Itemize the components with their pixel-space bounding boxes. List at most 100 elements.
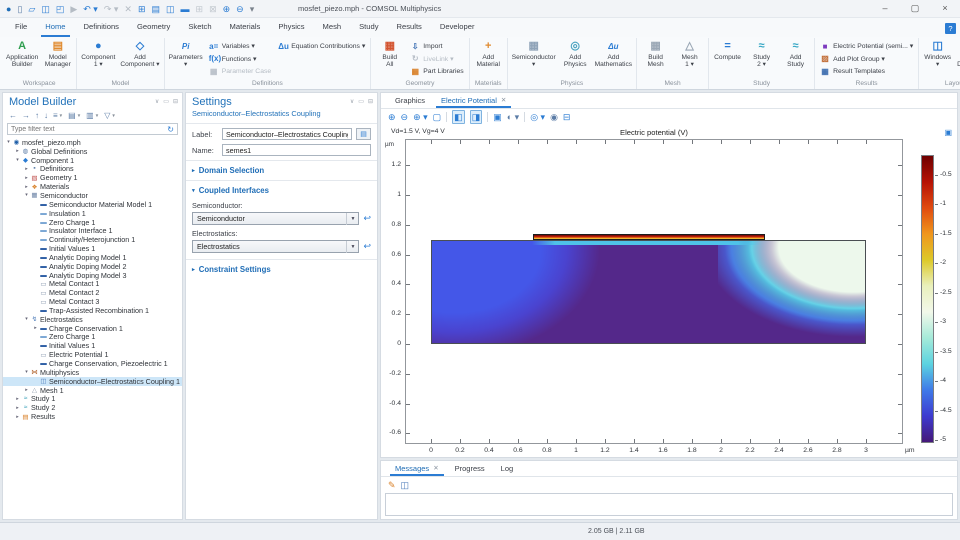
tree-item-electrostatics[interactable]: ▾↯Electrostatics — [3, 315, 182, 324]
open-in-table-icon[interactable]: ◫ — [401, 479, 410, 491]
zoom-in-icon[interactable]: ⊕ — [388, 111, 396, 123]
menu-tab-results[interactable]: Results — [388, 18, 431, 37]
part-libraries-button[interactable]: ▦Part Libraries — [407, 65, 466, 78]
add-study-button[interactable]: ≈Add Study — [779, 38, 812, 70]
model-manager-button[interactable]: ▤Model Manager — [41, 38, 74, 70]
tree-item-zero-charge-1[interactable]: ▬Zero Charge 1 — [3, 333, 182, 342]
undo-icon[interactable]: ↶ ▾ — [83, 0, 98, 18]
tab-electric-potential[interactable]: Electric Potential✕ — [433, 92, 514, 108]
tree-expander-icon[interactable]: ▾ — [23, 316, 30, 322]
tree-expander-icon[interactable]: ▸ — [14, 396, 21, 402]
menu-tab-physics[interactable]: Physics — [269, 18, 313, 37]
add-mathematics-button[interactable]: ΔuAdd Mathematics — [593, 38, 634, 70]
update-plot-icon[interactable]: ◎ ▾ — [530, 111, 545, 123]
tree-item-geometry-1[interactable]: ▸▧Geometry 1 — [3, 173, 182, 182]
clear-messages-icon[interactable]: ✎ — [388, 479, 396, 491]
menu-tab-home[interactable]: Home — [36, 18, 74, 37]
refresh-icon[interactable]: ↻ — [164, 125, 177, 134]
lock-axes-icon[interactable]: ▣ — [493, 111, 502, 123]
parameters-button[interactable]: PiParameters ▾ — [167, 38, 205, 70]
save-icon[interactable]: ◫ — [41, 0, 50, 18]
tree-expander-icon[interactable]: ▸ — [14, 414, 21, 420]
import-button[interactable]: ⇩Import — [407, 40, 466, 53]
zoom-extents-icon[interactable]: ▢ — [433, 111, 442, 123]
tab-log[interactable]: Log — [493, 460, 522, 476]
expand-options-button[interactable]: ▤▼ — [68, 111, 81, 120]
label-input[interactable] — [222, 128, 352, 140]
tree-expander-icon[interactable]: ▾ — [14, 157, 21, 163]
tree-expander-icon[interactable]: ▸ — [23, 184, 30, 190]
build-mesh-button[interactable]: ▦Build Mesh — [639, 38, 672, 70]
tree-expander-icon[interactable]: ▸ — [32, 325, 39, 331]
add-plot-group-button[interactable]: ▨Add Plot Group ▾ — [817, 53, 916, 66]
tree-item-metal-contact-2[interactable]: ▭Metal Contact 2 — [3, 288, 182, 297]
tree-item-component-1[interactable]: ▾◆Component 1 — [3, 156, 182, 165]
panel-float-icon[interactable]: ▭ — [163, 98, 169, 106]
electrostatics-select[interactable]: Electrostatics ▼ — [192, 240, 359, 253]
back-button[interactable]: ← — [9, 111, 17, 120]
zoom-out-icon[interactable]: ⊖ — [401, 111, 409, 123]
minimize-button[interactable]: – — [870, 0, 900, 18]
new-file-icon[interactable]: ▯ — [17, 0, 22, 18]
semiconductor-select[interactable]: Semiconductor ▼ — [192, 212, 359, 225]
split-left-icon[interactable]: ◧ — [452, 110, 465, 124]
print-icon[interactable]: ⊟ — [563, 111, 571, 123]
tree-expander-icon[interactable]: ▸ — [14, 405, 21, 411]
tree-item-metal-contact-1[interactable]: ▭Metal Contact 1 — [3, 280, 182, 289]
app-icon[interactable]: ● — [6, 0, 11, 18]
tree-item-continuity-heterojunction-1[interactable]: ▬Continuity/Heterojunction 1 — [3, 235, 182, 244]
tree-item-definitions[interactable]: ▸▪Definitions — [3, 165, 182, 174]
tree-item-insulator-interface-1[interactable]: ▬Insulator Interface 1 — [3, 226, 182, 235]
scene-settings-icon[interactable]: ◐ ▾ — [507, 111, 519, 123]
move-down-button[interactable]: ↓ — [44, 111, 48, 120]
close-tab-icon[interactable]: ✕ — [433, 461, 438, 476]
add-component-button[interactable]: ◇Add Component ▾ — [118, 38, 161, 70]
tree-expander-icon[interactable]: ▾ — [23, 369, 30, 375]
variables-button[interactable]: a=Variables ▾ — [206, 40, 275, 53]
semiconductor-button[interactable]: ▦Semiconductor ▾ — [510, 38, 558, 70]
name-input[interactable] — [222, 144, 371, 156]
tab-graphics[interactable]: Graphics — [387, 92, 433, 108]
tree-item-global-definitions[interactable]: ▸◍Global Definitions — [3, 147, 182, 156]
panel-float-icon[interactable]: ▭ — [358, 98, 364, 106]
customize-toolbar-icon[interactable]: ▾ — [250, 0, 255, 18]
delete-icon[interactable]: ▬ — [181, 0, 190, 18]
reset-desktop-button[interactable]: ⊡Reset Desktop ▾ — [955, 38, 960, 70]
paste-icon[interactable]: ▤ — [151, 0, 160, 18]
duplicate-icon[interactable]: ◫ — [166, 0, 175, 18]
save-as-icon[interactable]: ◰ — [56, 0, 65, 18]
tree-item-charge-conservation-piezoelectric-1[interactable]: ▬Charge Conservation, Piezoelectric 1 — [3, 359, 182, 368]
menu-tab-study[interactable]: Study — [350, 18, 387, 37]
tree-item-analytic-doping-model-3[interactable]: ▬Analytic Doping Model 3 — [3, 271, 182, 280]
filter-options-button[interactable]: ▽▼ — [104, 111, 116, 120]
tree-expander-icon[interactable]: ▾ — [5, 139, 12, 145]
panel-collapse-icon[interactable]: ∨ — [350, 98, 354, 106]
help-icon[interactable]: ? — [945, 23, 956, 34]
tree-item-mosfet-piezo-mph[interactable]: ▾◉mosfet_piezo.mph — [3, 138, 182, 147]
filter-input[interactable] — [8, 126, 164, 133]
menu-tab-file[interactable]: File — [6, 18, 36, 37]
forward-button[interactable]: → — [22, 111, 30, 120]
tree-item-charge-conservation-1[interactable]: ▸▬Charge Conservation 1 — [3, 324, 182, 333]
tree-item-analytic-doping-model-2[interactable]: ▬Analytic Doping Model 2 — [3, 262, 182, 271]
menu-tab-developer[interactable]: Developer — [431, 18, 484, 37]
tree-expander-icon[interactable]: ▸ — [14, 148, 21, 154]
add-physics-button[interactable]: ◎Add Physics — [559, 38, 592, 70]
maximize-button[interactable]: ▢ — [900, 0, 930, 18]
close-tab-icon[interactable]: ✕ — [501, 93, 506, 108]
zoom-selected-icon[interactable]: ⊕ — [223, 0, 231, 18]
tree-expander-icon[interactable]: ▾ — [23, 192, 30, 198]
tree-item-multiphysics[interactable]: ▾⋈Multiphysics — [3, 368, 182, 377]
electric-potential-plot[interactable]: Vd=1.5 V, Vg=4 V Electric potential (V) … — [381, 125, 957, 457]
electric-potential-plot-button[interactable]: ■Electric Potential (semi... ▾ — [817, 40, 916, 53]
tab-messages[interactable]: Messages✕ — [387, 460, 447, 476]
tree-item-analytic-doping-model-1[interactable]: ▬Analytic Doping Model 1 — [3, 253, 182, 262]
open-file-icon[interactable]: ▱ — [28, 0, 35, 18]
move-up-button[interactable]: ↑ — [35, 111, 39, 120]
copy-icon[interactable]: ⊞ — [138, 0, 146, 18]
menu-tab-materials[interactable]: Materials — [221, 18, 270, 37]
show-options-button[interactable]: ≡▼ — [53, 111, 63, 120]
tree-item-results[interactable]: ▸▤Results — [3, 412, 182, 421]
menu-tab-mesh[interactable]: Mesh — [314, 18, 351, 37]
tree-item-trap-assisted-recombination-1[interactable]: ▬Trap-Assisted Recombination 1 — [3, 306, 182, 315]
